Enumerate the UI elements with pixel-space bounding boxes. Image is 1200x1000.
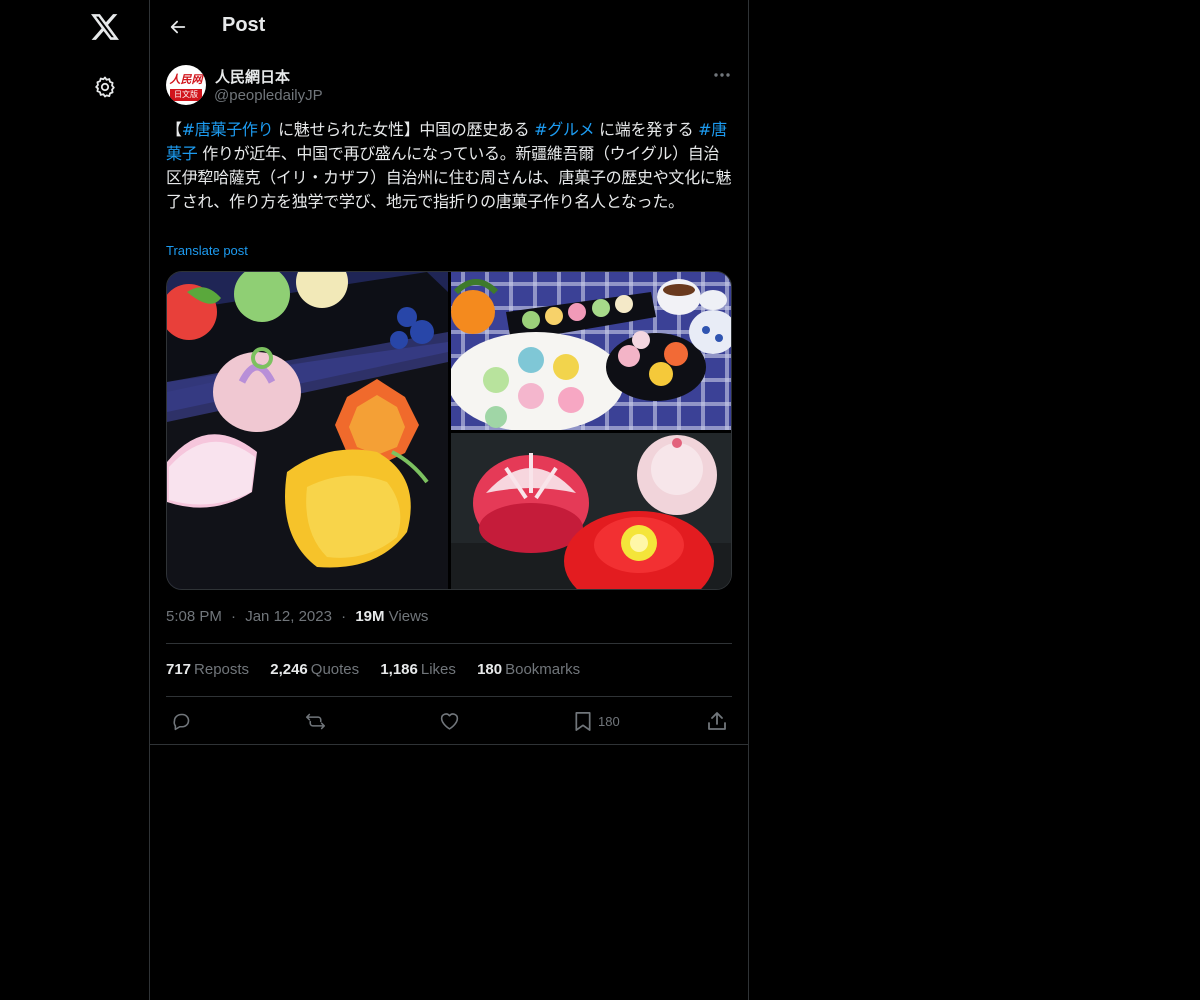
views-count: 19M [355, 608, 385, 625]
media-grid [166, 271, 732, 590]
post-text: 【#唐菓子作り に魅せられた女性】中国の歴史ある #グルメ に端を発する #唐菓… [166, 118, 732, 214]
author-handle[interactable]: @peopledailyJP [214, 87, 323, 104]
share-button[interactable] [707, 706, 727, 736]
quotes-label: Quotes [310, 661, 360, 678]
separator-dot: · [231, 608, 237, 625]
text-segment: に端を発する [594, 120, 699, 139]
bookmarks-label: Bookmarks [505, 661, 581, 678]
divider [166, 696, 732, 697]
author-name[interactable]: 人民網日本 [215, 66, 290, 87]
post-date[interactable]: Jan 12, 2023 [245, 608, 332, 625]
text-segment: に魅せられた女性】中国の歴史ある [273, 120, 535, 139]
media-image-1[interactable] [167, 272, 448, 590]
views-label: Views [388, 608, 429, 625]
post-time[interactable]: 5:08 PM [166, 608, 222, 625]
reposts-label: Reposts [194, 661, 250, 678]
quotes-stat[interactable]: 2,246 Quotes [270, 661, 359, 678]
divider [150, 744, 748, 745]
media-image-2[interactable] [451, 272, 732, 430]
repost-icon [305, 713, 326, 729]
heart-icon [440, 713, 459, 730]
post-author: 人民网 日文版 人民網日本 @peopledailyJP [166, 64, 733, 108]
bookmark-icon [575, 711, 591, 731]
more-options-icon[interactable] [711, 66, 733, 84]
repost-button[interactable] [304, 706, 327, 736]
likes-count: 1,186 [380, 661, 418, 678]
quotes-count: 2,246 [270, 661, 308, 678]
post-header: Post [150, 0, 748, 53]
likes-stat[interactable]: 1,186 Likes [380, 661, 456, 678]
bookmarks-stat[interactable]: 180 Bookmarks [477, 661, 580, 678]
x-logo-icon[interactable] [89, 11, 121, 43]
share-icon [708, 712, 726, 730]
bookmark-button[interactable]: 180 [574, 706, 620, 736]
divider [166, 643, 732, 644]
bookmark-count: 180 [598, 713, 620, 729]
text-segment: 【 [166, 120, 182, 139]
post-meta: 5:08 PM · Jan 12, 2023 · 19M Views [166, 608, 428, 625]
separator-dot: · [341, 608, 347, 625]
back-arrow-icon[interactable] [164, 13, 192, 41]
sidebar [0, 0, 149, 1000]
gear-icon[interactable] [91, 73, 119, 101]
reply-button[interactable] [171, 706, 192, 736]
action-bar: 180 [166, 706, 732, 736]
page-title: Post [222, 14, 266, 36]
hashtag-link[interactable]: #唐菓子作り [182, 120, 274, 139]
bookmarks-count: 180 [477, 661, 503, 678]
avatar[interactable]: 人民网 日文版 [166, 65, 206, 105]
translate-post-link[interactable]: Translate post [166, 243, 248, 258]
avatar-logo-text: 人民网 [169, 73, 203, 86]
reposts-count: 717 [166, 661, 192, 678]
like-button[interactable] [439, 706, 460, 736]
post-stats: 717 Reposts 2,246 Quotes 1,186 Likes 180 Boo… [166, 661, 597, 678]
avatar-logo-subtext: 日文版 [170, 89, 202, 101]
reposts-stat[interactable]: 717 Reposts [166, 661, 249, 678]
text-segment: 作りが近年、中国で再び盛んになっている。新疆維吾爾（ウイグル）自治区伊犂哈薩克（… [166, 144, 732, 211]
hashtag-link[interactable]: #グルメ [534, 120, 595, 139]
reply-icon [173, 713, 190, 730]
post-column: Post 人民网 日文版 人民網日本 @peopledailyJP 【#唐菓子作… [149, 0, 749, 1000]
likes-label: Likes [420, 661, 456, 678]
media-image-3[interactable] [451, 433, 732, 590]
